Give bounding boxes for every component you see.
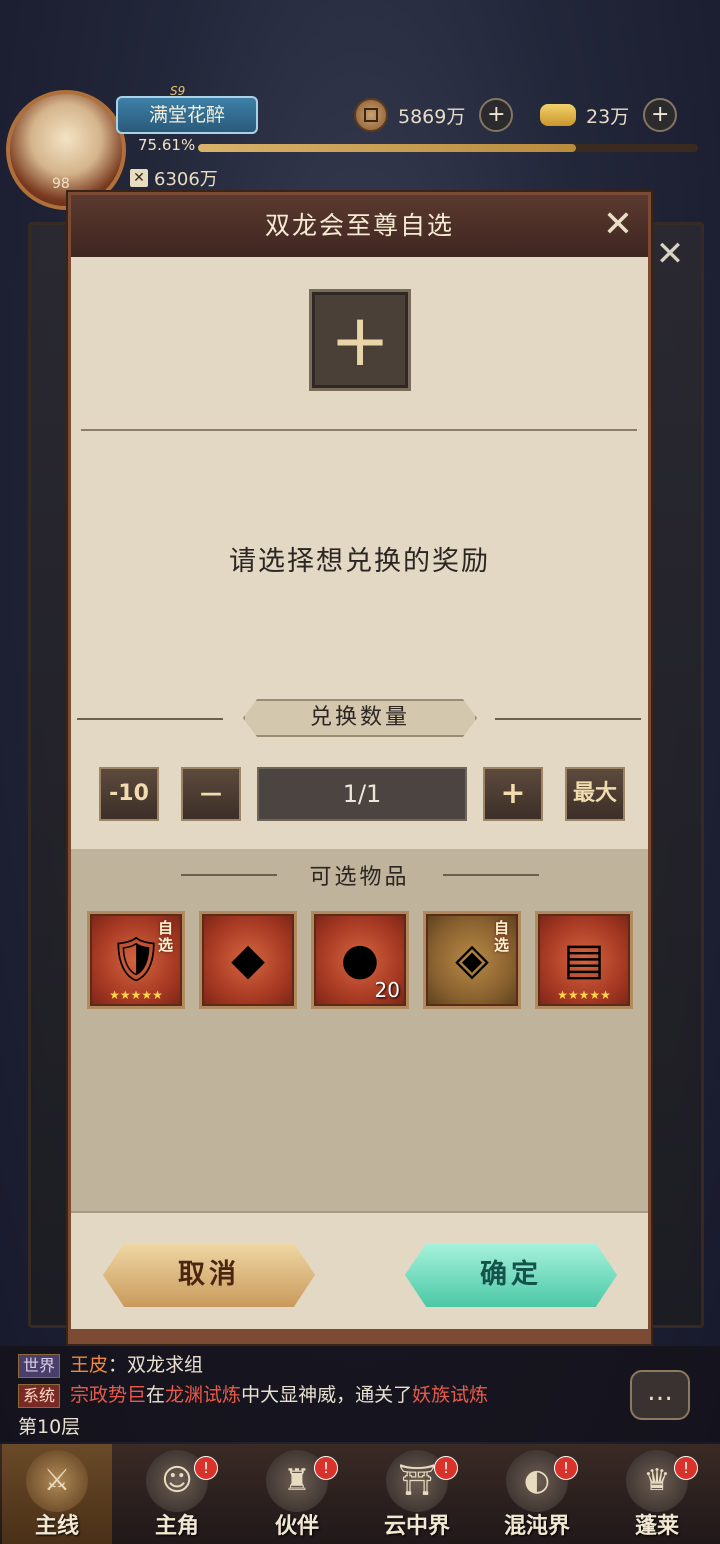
- chat-player: 宗政势巨: [70, 1384, 147, 1406]
- nav-item-1[interactable]: ☺ 主角!: [122, 1444, 232, 1544]
- coin-icon: [354, 98, 388, 132]
- notification-badge: !: [554, 1456, 578, 1480]
- bottom-nav: ⚔ 主线 ☺ 主角! ♜ 伙伴! ⛩ 云中界! ◐ 混沌界! ♛ 蓬莱!: [0, 1444, 720, 1544]
- minus-ten-button[interactable]: -10: [99, 767, 159, 821]
- nav-label: 云中界: [383, 1514, 450, 1539]
- item-cloak[interactable]: ◈ 自选: [423, 911, 521, 1009]
- item-book[interactable]: ▤ ★★★★★: [535, 911, 633, 1009]
- nav-icon: ⚔: [26, 1450, 88, 1512]
- fire-orb-icon: ●: [340, 934, 380, 985]
- world-channel-tag: 世界: [18, 1353, 61, 1378]
- nav-label: 主角: [154, 1514, 199, 1539]
- exp-percent: 75.61%: [138, 136, 196, 154]
- notification-badge: !: [674, 1456, 698, 1480]
- power-value: 6306万: [154, 169, 218, 190]
- nav-label: 主线: [34, 1514, 79, 1539]
- nav-label: 混沌界: [503, 1514, 570, 1539]
- item-stars: ★★★★★: [557, 988, 611, 1002]
- chat-user: 王皮: [70, 1354, 109, 1376]
- quantity-title-row: 兑换数量: [77, 699, 643, 739]
- nav-label: 伙伴: [274, 1514, 319, 1539]
- chat-message: 第10层: [18, 1412, 80, 1439]
- divider: [443, 874, 539, 876]
- power-row: ✕ 6306万: [130, 166, 218, 190]
- quantity-value: 1/1: [257, 767, 467, 821]
- selection-slot[interactable]: +: [309, 289, 411, 391]
- cancel-button[interactable]: 取消: [103, 1243, 315, 1307]
- modal-title: 双龙会至尊自选: [71, 195, 648, 257]
- max-button[interactable]: 最大: [565, 767, 625, 821]
- item-tag: 自选: [158, 919, 174, 954]
- notification-badge: !: [434, 1456, 458, 1480]
- chat-text: 双龙求组: [127, 1354, 204, 1376]
- quantity-title: 兑换数量: [243, 699, 477, 737]
- exchange-modal: 双龙会至尊自选 ✕ + 请选择想兑换的奖励 兑换数量 -10 — 1/1 + 最…: [68, 192, 651, 1344]
- nav-item-4[interactable]: ◐ 混沌界!: [482, 1444, 592, 1544]
- ingot-currency: 23万 +: [540, 98, 678, 132]
- exp-bar: [198, 144, 698, 152]
- close-icon[interactable]: ✕: [598, 205, 638, 245]
- chat-text: 第10层: [18, 1416, 81, 1438]
- nav-item-5[interactable]: ♛ 蓬莱!: [602, 1444, 712, 1544]
- background-close-icon: ✕: [655, 234, 685, 274]
- crossed-swords-icon: ✕: [130, 169, 148, 187]
- nav-label: 蓬莱: [634, 1514, 679, 1539]
- selection-prompt: 请选择想兑换的奖励: [229, 546, 490, 577]
- nav-item-2[interactable]: ♜ 伙伴!: [242, 1444, 352, 1544]
- nav-item-0[interactable]: ⚔ 主线: [2, 1444, 112, 1544]
- item-fire-orb[interactable]: ● 20: [311, 911, 409, 1009]
- items-title: 可选物品: [309, 865, 410, 890]
- book-icon: ▤: [563, 934, 605, 985]
- chat-highlight: 龙渊试炼: [165, 1384, 242, 1406]
- chat-text: 在: [146, 1384, 166, 1406]
- add-ingot-button[interactable]: +: [643, 98, 678, 132]
- crystal-icon: ◆: [231, 934, 265, 985]
- confirm-button[interactable]: 确定: [405, 1243, 617, 1307]
- chat-message: 系统 宗政势巨在龙渊试炼中大显神威，通关了妖族试炼: [18, 1380, 488, 1408]
- notification-badge: !: [314, 1456, 338, 1480]
- coin-amount: 5869万: [398, 105, 466, 128]
- items-grid: 🛡 自选 ★★★★★ ◆ ● 20 ◈ 自选 ▤ ★★★★★: [87, 911, 633, 1009]
- chat-text: 中大显神威，通关了: [241, 1384, 413, 1406]
- armor-set-icon: 🛡: [108, 934, 164, 985]
- divider: [495, 718, 641, 720]
- divider: [81, 429, 637, 431]
- chat-feed[interactable]: 世界 王皮：双龙求组 系统 宗政势巨在龙渊试炼中大显神威，通关了妖族试炼 第10层 …: [0, 1346, 720, 1442]
- chat-bubble-icon[interactable]: …: [630, 1370, 690, 1420]
- plus-button[interactable]: +: [483, 767, 543, 821]
- chat-separator: ：: [108, 1354, 128, 1376]
- divider: [77, 718, 223, 720]
- minus-button[interactable]: —: [181, 767, 241, 821]
- nav-item-3[interactable]: ⛩ 云中界!: [362, 1444, 472, 1544]
- modal-bottom-band: [71, 1329, 648, 1341]
- player-name: 满堂花醉: [116, 96, 258, 134]
- notification-badge: !: [194, 1456, 218, 1480]
- ingot-amount: 23万: [586, 105, 630, 128]
- item-count: 20: [374, 978, 400, 1002]
- chat-highlight: 妖族试炼: [412, 1384, 489, 1406]
- gold-ingot-icon: [540, 104, 576, 126]
- divider: [71, 1211, 648, 1213]
- exp-bar-fill: [198, 144, 577, 152]
- system-channel-tag: 系统: [18, 1383, 61, 1408]
- items-title-row: 可选物品: [71, 859, 648, 890]
- chat-message: 世界 王皮：双龙求组: [18, 1350, 203, 1378]
- item-tag: 自选: [494, 919, 510, 954]
- item-crystal[interactable]: ◆: [199, 911, 297, 1009]
- cloak-icon: ◈: [455, 934, 489, 985]
- item-stars: ★★★★★: [109, 988, 163, 1002]
- top-hud: 98 S9 满堂花醉 75.61% ✕ 6306万 5869万 + 23万 +: [0, 80, 720, 210]
- item-armor-set[interactable]: 🛡 自选 ★★★★★: [87, 911, 185, 1009]
- add-coin-button[interactable]: +: [479, 98, 514, 132]
- coin-currency: 5869万 +: [354, 98, 514, 132]
- player-level: 98: [52, 176, 70, 192]
- selectable-items-panel: 可选物品 🛡 自选 ★★★★★ ◆ ● 20 ◈ 自选 ▤ ★★★★★: [71, 849, 648, 1211]
